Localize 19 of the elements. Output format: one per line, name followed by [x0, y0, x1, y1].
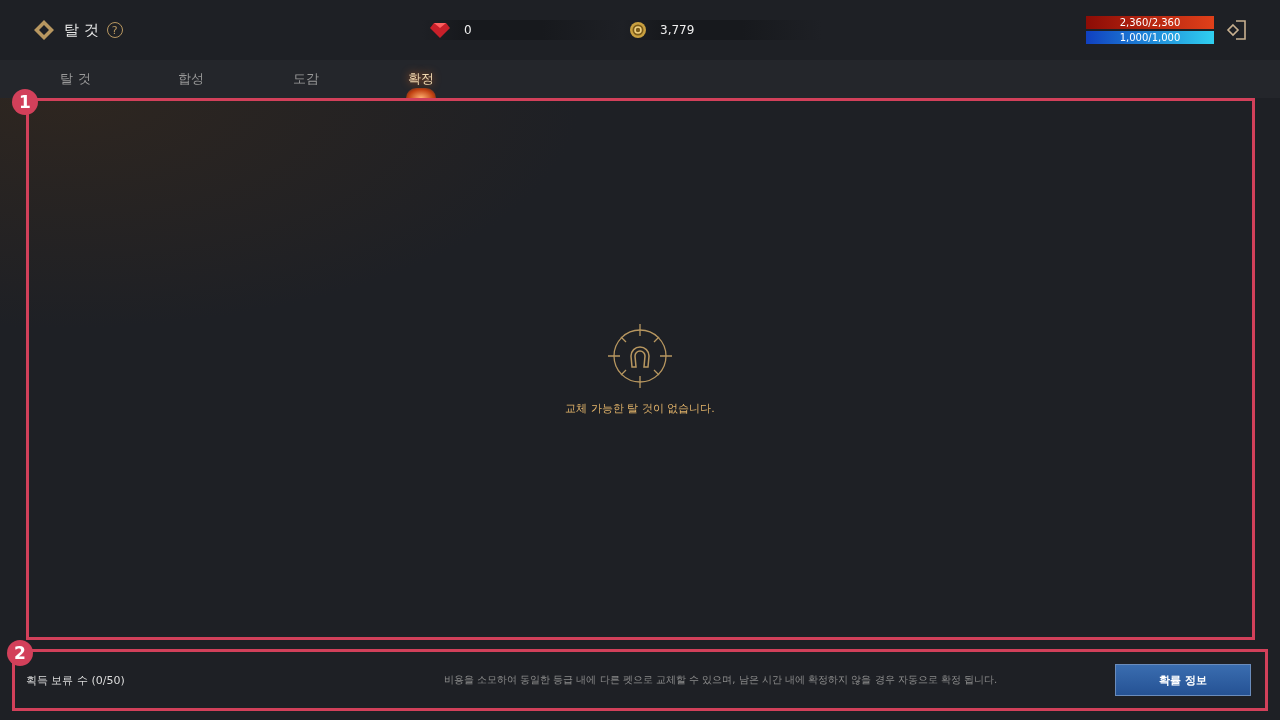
probability-info-button[interactable]: 확률 정보 — [1115, 664, 1251, 696]
tab[interactable]: 합성 — [133, 60, 248, 98]
page-title: 탈 것 — [64, 20, 99, 40]
pending-count: 획득 보류 수 (0/50) — [26, 672, 126, 688]
emblem-icon — [32, 18, 56, 42]
tab[interactable]: 확정 — [363, 60, 478, 98]
callout-number: 2 — [7, 640, 33, 666]
bar-reading: 1,000/1,000 — [1118, 31, 1182, 44]
currency-amount: 3,779 — [660, 23, 695, 37]
exit-icon[interactable] — [1226, 19, 1248, 41]
horseshoe-icon — [607, 322, 673, 389]
currency-amount: 0 — [464, 23, 472, 37]
notice-text: 비용을 소모하여 동일한 등급 내에 다른 펫으로 교체할 수 있으며, 남은 시간 내에 확정하지 않을 경우 자동으로 확정 됩니다. — [442, 673, 999, 687]
coin-icon — [630, 22, 646, 38]
callout-number: 1 — [12, 89, 38, 115]
bar-reading: 2,360/2,360 — [1118, 16, 1182, 29]
gem-icon — [430, 22, 450, 38]
empty-message: 교체 가능한 탈 것이 없습니다. — [565, 400, 715, 416]
tab[interactable]: 도감 — [248, 60, 363, 98]
